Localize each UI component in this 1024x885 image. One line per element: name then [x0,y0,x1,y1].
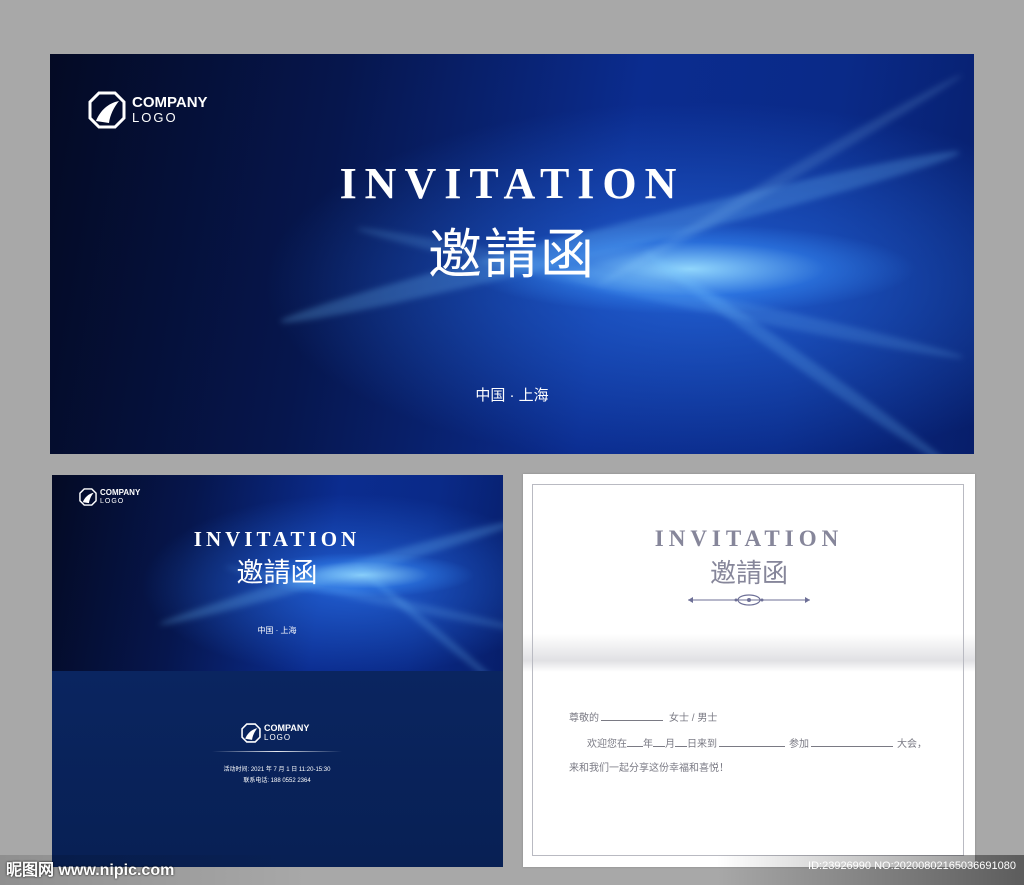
greeting-prefix: 尊敬的 [569,713,599,724]
divider-line [212,751,342,752]
letter-line-3: 来和我们一起分享这份幸福和喜悦！ [569,763,729,774]
card-front: COMPANY LOGO INVITATION 邀請函 中国 · 上海 [52,475,503,671]
invitation-title: INVITATION [654,526,844,551]
watermark-site: 昵图网 www.nipic.com [6,862,175,879]
invitation-cover-large: COMPANY LOGO INVITATION 邀請函 中国 · 上海 [50,54,974,454]
line2-text-a: 欢迎您在 [587,739,627,750]
letter-line-1: 尊敬的 女士 / 男士 [569,709,717,724]
name-blank [601,720,663,721]
line2-text-c: 月 [665,739,675,750]
logo-emblem-icon [88,91,126,129]
invitation-subtitle: 邀請函 [428,223,596,286]
ornament-divider-icon [688,594,810,606]
logo-line-logo: LOGO [264,732,292,742]
logo-line-logo: LOGO [100,497,125,505]
event-blank [811,746,893,747]
location-text: 中国 · 上海 [257,626,297,635]
company-logo: COMPANY LOGO [88,91,208,129]
invitation-title: INVITATION [193,527,361,551]
invitation-card-front-back: COMPANY LOGO INVITATION 邀請函 中国 · 上海 COMP… [52,475,503,867]
logo-line-logo: LOGO [132,110,178,126]
month-blank [653,746,665,747]
day-blank [675,746,687,747]
invitation-subtitle: 邀請函 [709,559,788,589]
venue-blank [719,746,785,747]
event-time-text: 活动时间: 2021 年 7 月 1 日 11:20-15:30 [223,767,331,773]
line2-text-d: 日来到 [687,739,717,750]
year-blank [627,746,643,747]
logo-emblem-icon [79,488,97,506]
invitation-subtitle: 邀請函 [236,558,318,589]
company-logo-small: COMPANY LOGO [79,488,140,506]
invitation-title: INVITATION [339,159,685,208]
line2-text-b: 年 [643,739,653,750]
line2-text-f: 大会， [897,739,927,750]
contact-text: 联系电话: 188 0552 2364 [243,778,311,784]
company-logo-back: COMPANY LOGO [241,723,309,743]
invitation-card-inner: INVITATION 邀請函 尊敬的 女士 / 男士 欢迎您在 年 月 日来到 参加 大会，… [523,474,975,867]
location-text: 中国 · 上海 [475,387,549,404]
line2-text-e: 参加 [789,739,809,750]
greeting-suffix: 女士 / 男士 [669,713,718,724]
logo-line-company: COMPANY [100,487,141,497]
logo-emblem-icon [241,723,261,743]
watermark-id: ID:23926990 NO:20200802165036691080 [808,860,1016,872]
card-back: COMPANY LOGO 活动时间: 2021 年 7 月 1 日 11:20-… [52,671,503,867]
letter-line-2: 欢迎您在 年 月 日来到 参加 大会， [587,735,927,750]
logo-line-company: COMPANY [132,93,208,111]
